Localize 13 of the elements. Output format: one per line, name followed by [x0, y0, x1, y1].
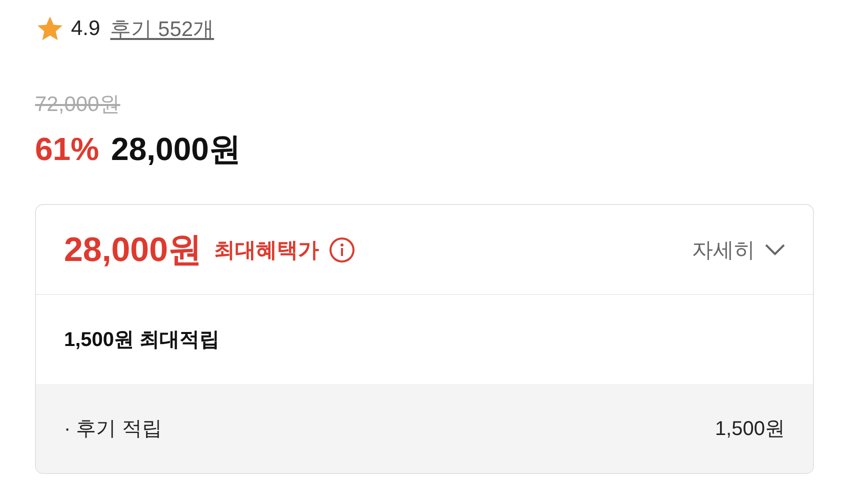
reviews-link[interactable]: 후기 552개 — [110, 15, 214, 43]
max-benefit-price: 28,000원 — [64, 230, 202, 270]
original-price: 72,000원 — [35, 92, 120, 118]
points-amount: 1,500원 — [714, 417, 785, 442]
info-icon[interactable] — [329, 236, 355, 262]
details-toggle[interactable]: 자세히 — [692, 236, 785, 264]
chevron-icon — [765, 244, 785, 256]
sale-price: 28,000원 — [111, 130, 241, 169]
max-points-title: 1,500원 최대적립 — [64, 328, 220, 353]
max-benefit-label: 최대혜택가 — [214, 238, 319, 264]
rating-score: 4.9 — [71, 17, 100, 41]
points-label: · 후기 적립 — [64, 417, 162, 442]
discount-rate: 61% — [35, 131, 100, 168]
